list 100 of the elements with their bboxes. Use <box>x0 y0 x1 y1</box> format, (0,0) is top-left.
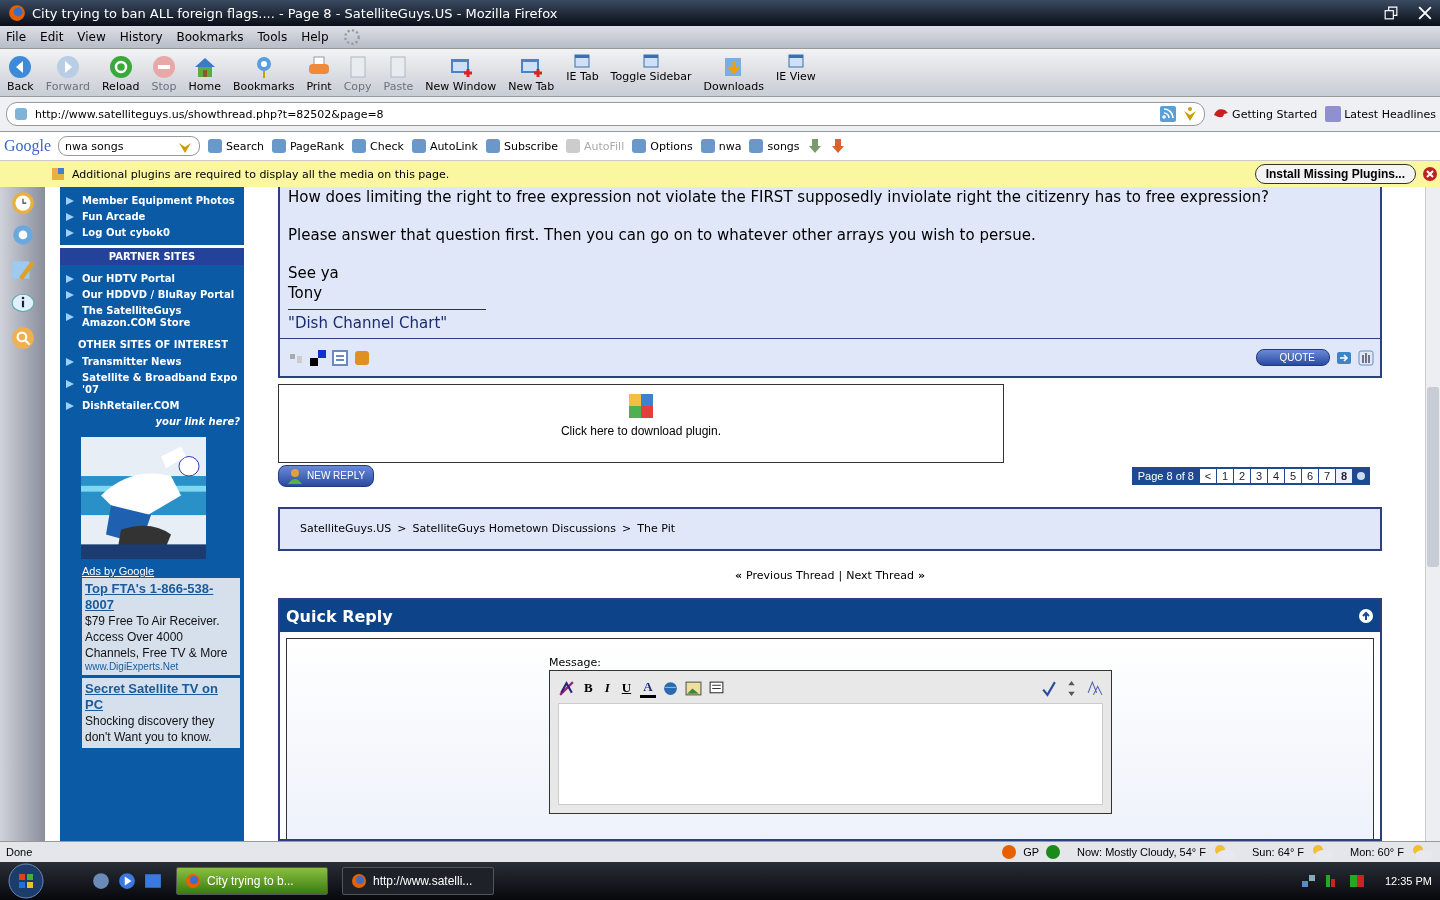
hand-icon[interactable] <box>1358 349 1374 366</box>
flag-icon[interactable] <box>1348 873 1365 889</box>
toolbar-button[interactable]: Home <box>185 55 224 93</box>
toolbar-button[interactable]: Reload <box>98 55 143 93</box>
search-field[interactable]: nwa songs <box>58 136 201 156</box>
toolbar-button[interactable]: PageRank <box>270 138 345 154</box>
menu-item[interactable]: View <box>77 30 106 44</box>
square-icon <box>631 138 648 154</box>
ad-url[interactable]: www.DigiExperts.Net <box>85 661 237 672</box>
page-link[interactable]: 1 <box>1217 468 1233 483</box>
plugin-text: Click here to download plugin. <box>560 424 722 438</box>
message-field[interactable] <box>558 703 1103 805</box>
play-icon[interactable] <box>118 872 136 890</box>
ads-link[interactable]: Ads by Google <box>82 565 244 577</box>
ad-title[interactable]: Secret Satellite TV on PC <box>85 681 237 713</box>
sidebar-link[interactable]: Our HDTV Portal <box>66 273 240 285</box>
breadcrumb-link[interactable]: The Pit <box>637 522 675 536</box>
page-link[interactable]: 3 <box>1251 468 1267 483</box>
page-link[interactable]: 7 <box>1319 468 1335 483</box>
taskbar-button[interactable]: http://www.satelli... <box>342 867 494 895</box>
restore-icon[interactable] <box>1384 6 1398 20</box>
format-button[interactable]: B <box>581 680 596 696</box>
breadcrumb-link[interactable]: SatelliteGuys Hometown Discussions <box>412 522 617 536</box>
format-button[interactable]: U <box>618 680 635 696</box>
previous-thread-link[interactable]: Previous Thread <box>746 569 835 582</box>
close-icon[interactable] <box>1422 166 1438 182</box>
format-button[interactable]: I <box>601 680 613 696</box>
sidebar-link[interactable]: The SatelliteGuys Amazon.COM Store <box>66 305 240 329</box>
toolbar-button[interactable]: AutoLink <box>410 138 478 154</box>
toolbar-button[interactable]: New Tab <box>505 55 558 93</box>
toolbar-button[interactable]: songs <box>748 138 800 154</box>
page-link[interactable]: 6 <box>1302 468 1318 483</box>
search-icon[interactable] <box>9 325 36 351</box>
toolbar-button[interactable]: Subscribe <box>484 138 558 154</box>
window-icon[interactable] <box>144 872 162 890</box>
toolbar-button[interactable]: Check <box>351 138 404 154</box>
page-link[interactable]: 4 <box>1268 468 1284 483</box>
toolbar-button[interactable]: Search <box>207 138 264 154</box>
square-icon <box>748 138 765 154</box>
toolbar-button[interactable]: Bookmarks <box>229 55 298 93</box>
person-icon <box>287 467 303 484</box>
toolbar-button[interactable]: Back <box>4 55 37 93</box>
page-link[interactable]: 5 <box>1285 468 1301 483</box>
signature-link[interactable]: "Dish Channel Chart" <box>288 314 448 332</box>
sidebar-link[interactable]: Transmitter News <box>66 356 240 368</box>
sidebar-link[interactable]: Member Equipment Photos <box>66 195 240 207</box>
address-field[interactable]: http://www.satelliteguys.us/showthread.php?t=82502&page=8 <box>6 102 1206 126</box>
collapse-icon[interactable] <box>1358 608 1374 624</box>
figure-icon[interactable] <box>1182 106 1199 122</box>
toolbar-button[interactable]: nwa <box>699 138 742 154</box>
quote-button[interactable]: QUOTE <box>1256 349 1330 366</box>
toolbar-button[interactable]: New Window <box>422 55 500 93</box>
sidebar-link[interactable]: your link here? <box>66 416 240 427</box>
page-link[interactable]: 2 <box>1234 468 1250 483</box>
sidebar-link[interactable]: Satellite & Broadband Expo '07 <box>66 372 240 396</box>
clock-icon[interactable] <box>9 189 36 215</box>
page-icon[interactable] <box>332 349 348 366</box>
new-reply-button[interactable]: NEW REPLY <box>278 464 375 487</box>
toolbar-button[interactable]: Toggle Sidebar <box>607 53 695 89</box>
font-size-icon[interactable] <box>1086 679 1103 697</box>
start-button[interactable] <box>8 863 44 899</box>
toolbar-button[interactable]: Options <box>631 138 693 154</box>
menu-item[interactable]: Edit <box>40 30 64 44</box>
menu-item[interactable]: History <box>119 30 163 44</box>
sidebar-link[interactable]: Fun Arcade <box>66 211 240 223</box>
toolbar-button[interactable]: IE Tab <box>563 53 602 89</box>
plugin-placeholder[interactable]: Click here to download plugin. <box>278 384 1004 463</box>
menu-item[interactable]: Tools <box>257 30 288 44</box>
squares-icon[interactable] <box>310 349 326 366</box>
eraser-icon[interactable] <box>558 679 575 697</box>
scrollbar[interactable] <box>1425 187 1440 841</box>
toolbar-button[interactable]: Downloads <box>700 55 767 93</box>
format-button[interactable]: A <box>640 678 656 698</box>
toolbar-button[interactable]: IE View <box>772 53 819 89</box>
sidebar-link[interactable]: Log Out cybok0 <box>66 227 240 239</box>
page-link[interactable]: < <box>1200 468 1216 483</box>
breadcrumb-link[interactable]: SatelliteGuys.US <box>300 522 392 536</box>
ad-text: Shocking discovery they don't Want you to know. <box>85 713 216 745</box>
image-icon[interactable] <box>684 679 702 697</box>
toolbar-button[interactable]: Print <box>303 55 335 93</box>
cube-icon <box>627 392 655 420</box>
page-link[interactable]: 8 <box>1336 468 1352 483</box>
down-arrow-icon[interactable] <box>829 138 846 154</box>
menu-item[interactable]: File <box>6 30 27 44</box>
sidebar-link[interactable]: DishRetailer.COM <box>66 400 240 412</box>
down-arrow-icon[interactable] <box>806 138 823 154</box>
close-icon[interactable] <box>1418 6 1432 20</box>
sidebar-link[interactable]: Our HDDVD / BluRay Portal <box>66 289 240 301</box>
bookmark-link[interactable]: Getting Started <box>1213 106 1318 122</box>
bookmark-link[interactable]: Latest Headlines <box>1325 106 1436 122</box>
install-button[interactable]: Install Missing Plugins... <box>1254 164 1416 184</box>
menu-item[interactable]: Bookmarks <box>176 30 244 44</box>
spellcheck-icon[interactable] <box>1040 679 1057 697</box>
menu-item[interactable]: Help <box>301 30 329 44</box>
post-text: How does limiting the right to free expression not violate the FIRST supposedly inviolate right the citizenry has to free expression? <box>288 187 1270 207</box>
next-thread-link[interactable]: Next Thread <box>846 569 914 582</box>
ad-title[interactable]: Top FTA's 1-866-538-8007 <box>85 581 237 613</box>
rss-icon[interactable] <box>1160 106 1177 122</box>
network-icon[interactable] <box>1300 873 1317 889</box>
google-logo[interactable]: Google <box>4 137 52 155</box>
